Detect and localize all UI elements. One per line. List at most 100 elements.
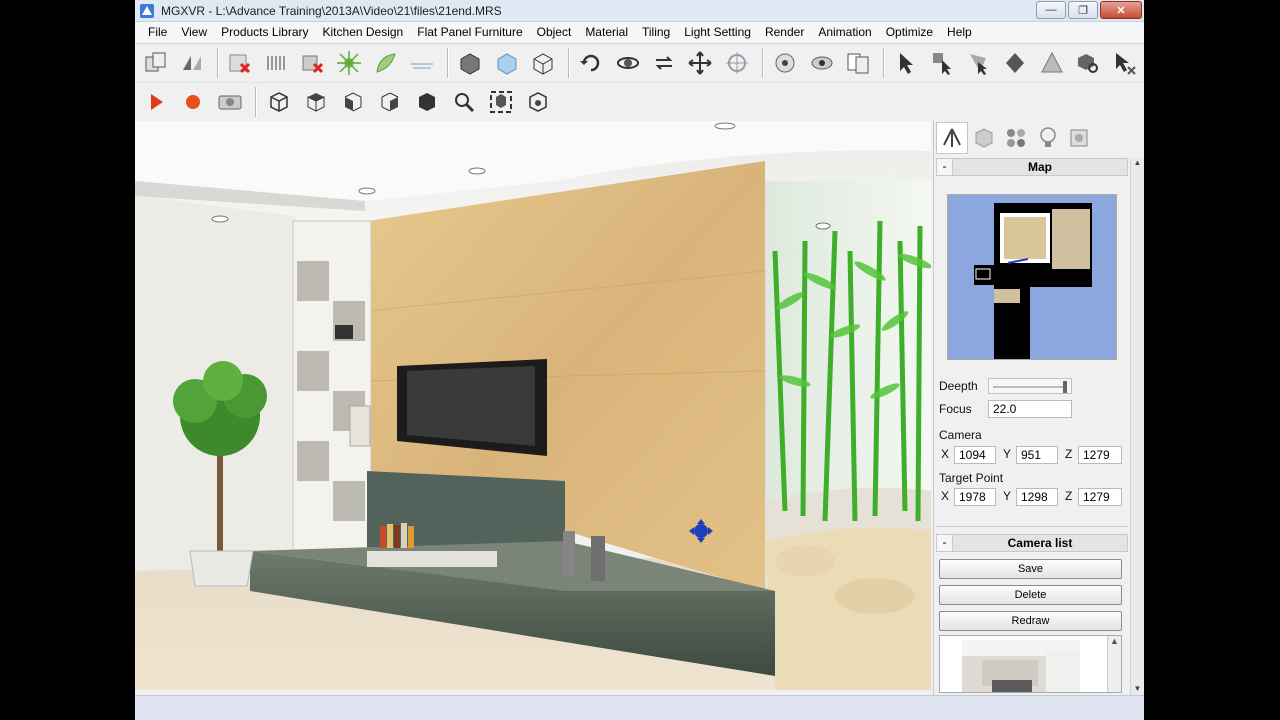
tab-light[interactable] bbox=[1032, 122, 1064, 154]
map-collapse-button[interactable]: - bbox=[937, 159, 953, 175]
view-solid-button[interactable] bbox=[410, 86, 444, 118]
camera-icon bbox=[218, 95, 242, 109]
delete-grid-button[interactable] bbox=[224, 47, 257, 79]
focus-label: Focus bbox=[939, 402, 972, 416]
delete-floor-button[interactable] bbox=[296, 47, 329, 79]
menu-products-library[interactable]: Products Library bbox=[214, 25, 315, 39]
walk-icon bbox=[775, 53, 795, 72]
target-y-field[interactable]: 1298 bbox=[1016, 488, 1058, 506]
menu-tiling[interactable]: Tiling bbox=[635, 25, 677, 39]
menu-animation[interactable]: Animation bbox=[811, 25, 878, 39]
floor-plan-map[interactable] bbox=[947, 194, 1117, 360]
select-edge-button[interactable] bbox=[999, 47, 1032, 79]
save-camera-button[interactable]: Save bbox=[939, 559, 1122, 579]
page-view-button[interactable] bbox=[841, 47, 874, 79]
menu-kitchen-design[interactable]: Kitchen Design bbox=[316, 25, 411, 39]
toolbar-separator bbox=[882, 47, 885, 78]
wall-icon bbox=[266, 55, 285, 70]
group-object-button[interactable] bbox=[454, 47, 487, 79]
target-z-field[interactable]: 1279 bbox=[1078, 488, 1122, 506]
select-object-button[interactable] bbox=[926, 47, 959, 79]
walk-mode-button[interactable] bbox=[769, 47, 802, 79]
focus-field[interactable]: 22.0 bbox=[988, 400, 1072, 418]
menu-optimize[interactable]: Optimize bbox=[879, 25, 940, 39]
render-icon bbox=[1070, 129, 1088, 147]
zoom-button[interactable] bbox=[447, 86, 481, 118]
depth-slider-thumb[interactable] bbox=[1063, 381, 1067, 393]
camera-thumbnail[interactable] bbox=[962, 640, 1080, 692]
camera-list-scrollbar[interactable]: ▲ bbox=[1107, 636, 1121, 692]
zoom-extents-button[interactable] bbox=[484, 86, 518, 118]
camera-list-collapse-button[interactable]: - bbox=[937, 535, 953, 551]
search-object-button[interactable] bbox=[1071, 47, 1104, 79]
play-button[interactable] bbox=[139, 86, 173, 118]
minimize-button[interactable]: — bbox=[1036, 1, 1066, 19]
camera-z-field[interactable]: 1279 bbox=[1078, 446, 1122, 464]
plant-tool-button[interactable] bbox=[369, 47, 402, 79]
cube-eye-icon bbox=[529, 91, 547, 112]
camera-list-header[interactable]: - Camera list bbox=[936, 534, 1128, 552]
cube-stack-icon bbox=[460, 52, 480, 75]
camera-z-label: Z bbox=[1065, 447, 1073, 461]
title-bar: MGXVR - L:\Advance Training\2013A\Video\… bbox=[135, 0, 1144, 22]
view-side-button[interactable] bbox=[373, 86, 407, 118]
tab-object[interactable] bbox=[968, 122, 1000, 154]
camera-list-box[interactable]: ▲ bbox=[939, 635, 1122, 693]
wireframe-cube-button[interactable] bbox=[526, 47, 559, 79]
view-perspective-button[interactable] bbox=[262, 86, 296, 118]
wall-grid-button[interactable] bbox=[260, 47, 293, 79]
deselect-button[interactable] bbox=[1108, 47, 1141, 79]
map-section-header[interactable]: - Map bbox=[936, 158, 1128, 176]
orbit-button[interactable] bbox=[611, 47, 644, 79]
snapshot-button[interactable] bbox=[213, 86, 247, 118]
delete-camera-button[interactable]: Delete bbox=[939, 585, 1122, 605]
scroll-down-arrow[interactable]: ▼ bbox=[1131, 684, 1144, 693]
box-object-button[interactable] bbox=[490, 47, 523, 79]
toolbar-separator bbox=[761, 47, 764, 78]
section-divider bbox=[936, 526, 1128, 527]
select-face-button[interactable] bbox=[962, 47, 995, 79]
tab-render[interactable] bbox=[1064, 122, 1096, 154]
depth-slider[interactable] bbox=[988, 378, 1072, 394]
maximize-button[interactable]: ❐ bbox=[1068, 1, 1098, 19]
menu-object[interactable]: Object bbox=[530, 25, 579, 39]
main-toolbar bbox=[135, 43, 1144, 81]
ceiling-tool-button[interactable] bbox=[405, 47, 438, 79]
target-x-field[interactable]: 1978 bbox=[954, 488, 996, 506]
view-eye-button[interactable] bbox=[805, 47, 838, 79]
menu-render[interactable]: Render bbox=[758, 25, 811, 39]
copy-object-button[interactable] bbox=[139, 47, 172, 79]
camera-y-field[interactable]: 951 bbox=[1016, 446, 1058, 464]
scroll-up-arrow[interactable]: ▲ bbox=[1131, 158, 1144, 172]
menu-material[interactable]: Material bbox=[578, 25, 635, 39]
record-icon bbox=[186, 94, 200, 109]
rotate-button[interactable] bbox=[575, 47, 608, 79]
target-button[interactable] bbox=[720, 47, 753, 79]
camera-x-field[interactable]: 1094 bbox=[954, 446, 996, 464]
tab-camera[interactable] bbox=[936, 122, 968, 154]
move-button[interactable] bbox=[684, 47, 717, 79]
magnifier-box-icon bbox=[1077, 53, 1098, 73]
select-vertex-button[interactable] bbox=[1035, 47, 1068, 79]
close-button[interactable]: ✕ bbox=[1100, 1, 1142, 19]
view-top-button[interactable] bbox=[299, 86, 333, 118]
menu-file[interactable]: File bbox=[141, 25, 174, 39]
move-icon bbox=[688, 50, 713, 75]
menu-view[interactable]: View bbox=[174, 25, 214, 39]
refresh-button[interactable] bbox=[647, 47, 680, 79]
record-button[interactable] bbox=[176, 86, 210, 118]
view-front-button[interactable] bbox=[336, 86, 370, 118]
menu-light-setting[interactable]: Light Setting bbox=[677, 25, 758, 39]
camera-view-button[interactable] bbox=[521, 86, 555, 118]
redraw-camera-button[interactable]: Redraw bbox=[939, 611, 1122, 631]
toolbar-separator bbox=[446, 47, 449, 78]
menu-flat-panel-furniture[interactable]: Flat Panel Furniture bbox=[410, 25, 529, 39]
tab-material[interactable] bbox=[1000, 122, 1032, 154]
panel-scrollbar[interactable]: ▲ ▼ bbox=[1130, 158, 1144, 695]
mirror-object-button[interactable] bbox=[175, 47, 208, 79]
menu-help[interactable]: Help bbox=[940, 25, 979, 39]
render-viewport[interactable] bbox=[135, 121, 931, 690]
select-button[interactable] bbox=[890, 47, 923, 79]
map-plan-image bbox=[974, 203, 1092, 359]
light-effect-button[interactable] bbox=[333, 47, 366, 79]
